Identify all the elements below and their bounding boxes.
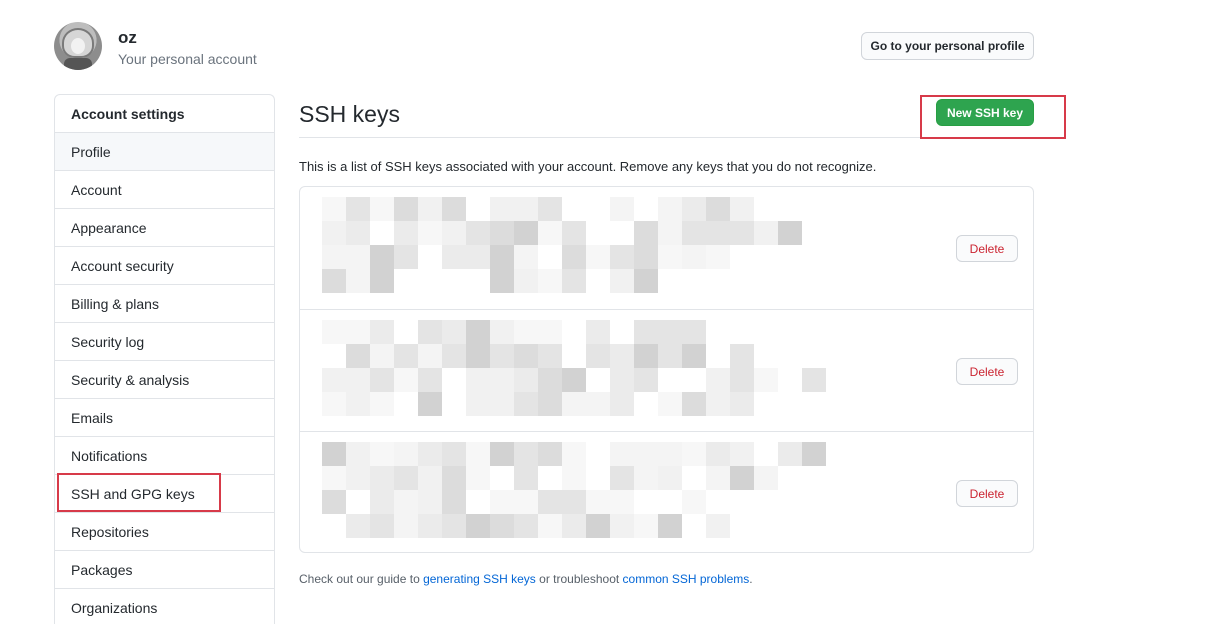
settings-sidebar: Account settings Profile Account Appeara… — [54, 94, 275, 624]
common-ssh-problems-link[interactable]: common SSH problems — [623, 572, 750, 586]
sidebar-item-profile[interactable]: Profile — [55, 133, 274, 171]
sidebar-item-security-analysis[interactable]: Security & analysis — [55, 361, 274, 399]
go-to-profile-button[interactable]: Go to your personal profile — [861, 32, 1034, 60]
sidebar-item-billing-plans[interactable]: Billing & plans — [55, 285, 274, 323]
highlight-box-ssh-gpg-keys — [57, 473, 221, 512]
sidebar-item-repositories[interactable]: Repositories — [55, 513, 274, 551]
sidebar-item-organizations[interactable]: Organizations — [55, 589, 274, 624]
redacted-key-details — [322, 442, 850, 542]
account-subtitle: Your personal account — [118, 51, 257, 67]
sidebar-item-appearance[interactable]: Appearance — [55, 209, 274, 247]
intro-text: This is a list of SSH keys associated wi… — [299, 159, 877, 174]
avatar[interactable] — [54, 22, 102, 70]
delete-key-button[interactable]: Delete — [956, 358, 1018, 385]
page-title: SSH keys — [299, 101, 400, 127]
sidebar-item-emails[interactable]: Emails — [55, 399, 274, 437]
sidebar-item-security-log[interactable]: Security log — [55, 323, 274, 361]
sidebar-item-packages[interactable]: Packages — [55, 551, 274, 589]
redacted-key-details — [322, 197, 850, 297]
ssh-key-row: Delete — [300, 431, 1033, 553]
delete-key-button[interactable]: Delete — [956, 235, 1018, 262]
generating-ssh-keys-link[interactable]: generating SSH keys — [423, 572, 536, 586]
ssh-key-list: Delete Delete Delete — [299, 186, 1034, 553]
ssh-key-row: Delete — [300, 187, 1033, 309]
sidebar-item-notifications[interactable]: Notifications — [55, 437, 274, 475]
guide-text: Check out our guide to generating SSH ke… — [299, 572, 753, 586]
delete-key-button[interactable]: Delete — [956, 480, 1018, 507]
redacted-key-details — [322, 320, 850, 420]
highlight-box-new-ssh-key — [920, 95, 1066, 139]
sidebar-item-account[interactable]: Account — [55, 171, 274, 209]
sidebar-item-account-security[interactable]: Account security — [55, 247, 274, 285]
ssh-key-row: Delete — [300, 309, 1033, 431]
sidebar-heading: Account settings — [55, 95, 274, 133]
account-name: oz — [118, 28, 137, 47]
